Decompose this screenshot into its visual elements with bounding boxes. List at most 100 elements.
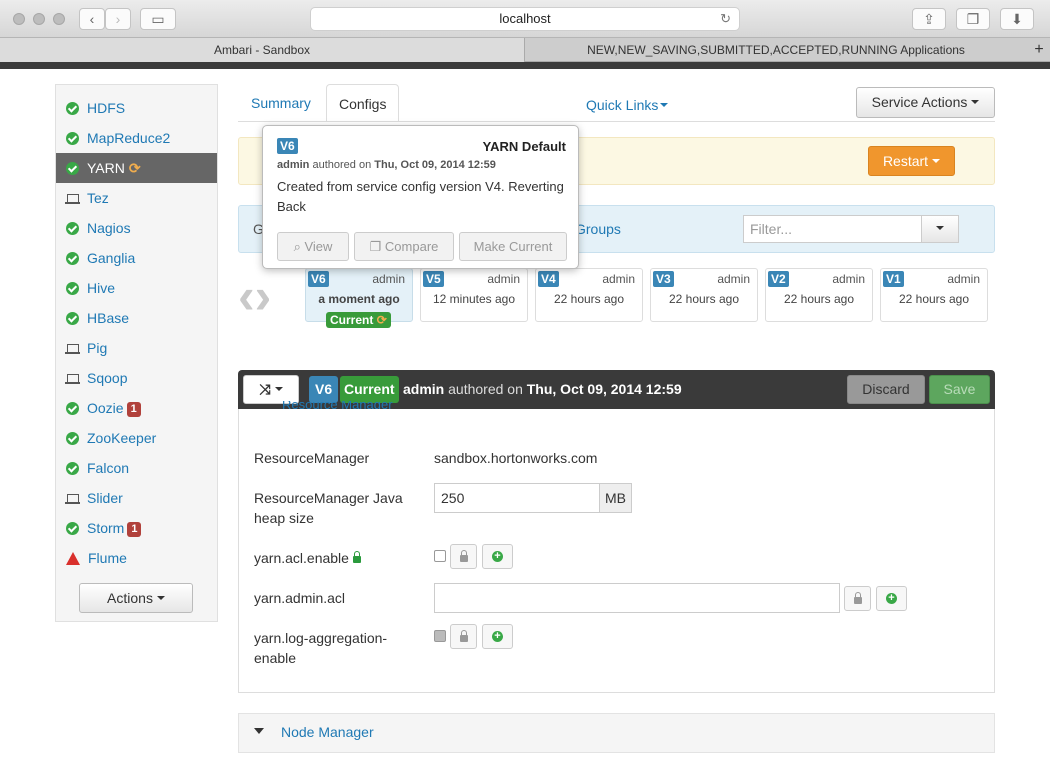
version-author: admin: [602, 272, 635, 286]
version-author: admin: [832, 272, 865, 286]
popover-title: YARN Default: [482, 139, 566, 154]
sidebar-item-falcon[interactable]: Falcon: [56, 453, 217, 483]
sidebar-item-hbase[interactable]: HBase: [56, 303, 217, 333]
compare-button[interactable]: ❐ Compare: [354, 232, 454, 261]
tab-ambari[interactable]: Ambari - Sandbox: [0, 38, 525, 62]
acl-enable-checkbox[interactable]: [434, 550, 446, 562]
caret-down-icon: [156, 596, 165, 600]
sidebar-item-nagios[interactable]: Nagios: [56, 213, 217, 243]
shuffle-icon: ⤨: [259, 381, 271, 397]
laptop-icon: [65, 342, 80, 355]
sidebar-item-tez[interactable]: Tez: [56, 183, 217, 213]
ok-check-icon: [66, 252, 79, 265]
back-button[interactable]: ‹: [79, 8, 105, 30]
actions-button[interactable]: Actions: [79, 583, 193, 613]
add-override-button[interactable]: +: [876, 586, 907, 611]
sidebar-item-sqoop[interactable]: Sqoop: [56, 363, 217, 393]
ok-check-icon: [66, 132, 79, 145]
sidebar-item-ganglia[interactable]: Ganglia: [56, 243, 217, 273]
sidebar-item-mapreduce2[interactable]: MapReduce2: [56, 123, 217, 153]
version-time: 22 hours ago: [668, 292, 740, 306]
sidebar-item-pig[interactable]: Pig: [56, 333, 217, 363]
version-box-v3[interactable]: V3 admin 22 hours ago: [650, 268, 758, 322]
heap-size-input[interactable]: 250: [434, 483, 600, 513]
sidebar-item-oozie[interactable]: Oozie 1: [56, 393, 217, 423]
version-box-v1[interactable]: V1 admin 22 hours ago: [880, 268, 988, 322]
sidebar-item-hive[interactable]: Hive: [56, 273, 217, 303]
plus-circle-icon: +: [492, 631, 503, 642]
save-button[interactable]: Save: [929, 375, 990, 404]
override-lock-button[interactable]: [450, 544, 477, 569]
sidebar-item-flume[interactable]: Flume: [56, 543, 217, 573]
version-box-v2[interactable]: V2 admin 22 hours ago: [765, 268, 873, 322]
ok-check-icon: [66, 432, 79, 445]
address-bar[interactable]: localhost ↻: [310, 7, 740, 31]
new-tab-button[interactable]: +: [1028, 38, 1050, 62]
log-aggregation-checkbox[interactable]: [434, 630, 446, 642]
switch-version-button[interactable]: ⤨: [243, 375, 299, 404]
lock-icon: [352, 551, 361, 563]
zoom-window-button[interactable]: [53, 13, 65, 25]
service-actions-button[interactable]: Service Actions: [856, 87, 995, 118]
sidebar-item-yarn[interactable]: YARN ⟳: [56, 153, 217, 183]
close-window-button[interactable]: [13, 13, 25, 25]
sidebar-toggle-button[interactable]: ▭: [140, 8, 176, 30]
current-badge: Current ⟳: [326, 312, 391, 328]
search-icon: ⌕: [293, 239, 301, 254]
minimize-window-button[interactable]: [33, 13, 45, 25]
restart-button[interactable]: Restart: [868, 146, 955, 176]
filter-dropdown-button[interactable]: [921, 215, 959, 243]
caret-down-icon[interactable]: [254, 728, 264, 734]
admin-acl-input[interactable]: [434, 583, 840, 613]
browser-toolbar: ‹ › ▭ localhost ↻ ⇪ ❐ ⬇: [0, 0, 1050, 38]
caret-down-icon: [274, 387, 283, 391]
tabs-icon: ❐: [966, 11, 980, 27]
ok-check-icon: [66, 522, 79, 535]
node-manager-title[interactable]: Node Manager: [281, 722, 374, 742]
share-button[interactable]: ⇪: [912, 8, 946, 30]
ok-check-icon: [66, 462, 79, 475]
version-box-v4[interactable]: V4 admin 22 hours ago: [535, 268, 643, 322]
section-title-peek: Resource Manager: [282, 401, 393, 409]
lock-icon: [460, 550, 468, 562]
reload-icon[interactable]: ↻: [720, 8, 731, 30]
make-current-button[interactable]: Make Current: [459, 232, 567, 261]
popover-description: Created from service config version V4. …: [277, 179, 564, 214]
manage-groups-link[interactable]: Groups: [575, 221, 621, 237]
services-sidebar: HDFS MapReduce2 YARN ⟳ Tez Nagios Ganglia…: [55, 84, 218, 622]
chevron-right-icon[interactable]: ›: [255, 268, 272, 324]
share-icon: ⇪: [923, 11, 935, 27]
heap-unit-addon: MB: [599, 483, 632, 513]
add-override-button[interactable]: +: [482, 544, 513, 569]
view-button[interactable]: ⌕ View: [277, 232, 349, 261]
lock-icon: [460, 630, 468, 642]
tabs-overview-button[interactable]: ❐: [956, 8, 990, 30]
version-label: V3: [653, 271, 674, 287]
ok-check-icon: [66, 282, 79, 295]
add-override-button[interactable]: +: [482, 624, 513, 649]
filter-input[interactable]: Filter...: [743, 215, 923, 243]
plus-circle-icon: +: [492, 551, 503, 562]
discard-button[interactable]: Discard: [847, 375, 925, 404]
tab-applications[interactable]: NEW,NEW_SAVING,SUBMITTED,ACCEPTED,RUNNIN…: [526, 38, 1026, 62]
quick-links-dropdown[interactable]: Quick Links: [586, 86, 669, 124]
version-nav-arrows[interactable]: ‹›: [238, 271, 271, 321]
caret-down-icon: [660, 103, 669, 107]
override-lock-button[interactable]: [844, 586, 871, 611]
override-lock-button[interactable]: [450, 624, 477, 649]
sidebar-item-storm[interactable]: Storm 1: [56, 513, 217, 543]
sidebar-item-slider[interactable]: Slider: [56, 483, 217, 513]
chevron-right-icon: ›: [115, 11, 121, 27]
caret-down-icon: [936, 226, 944, 230]
version-box-v5[interactable]: V5 admin 12 minutes ago: [420, 268, 528, 322]
sidebar-item-zookeeper[interactable]: ZooKeeper: [56, 423, 217, 453]
tab-bar: Ambari - Sandbox NEW,NEW_SAVING,SUBMITTE…: [0, 38, 1050, 62]
version-time: 22 hours ago: [783, 292, 855, 306]
chevron-left-icon[interactable]: ‹: [238, 268, 255, 324]
downloads-button[interactable]: ⬇: [1000, 8, 1034, 30]
sidebar-item-hdfs[interactable]: HDFS: [56, 93, 217, 123]
forward-button[interactable]: ›: [105, 8, 131, 30]
tab-summary[interactable]: Summary: [251, 84, 311, 122]
popover-author-line: admin authored on Thu, Oct 09, 2014 12:5…: [277, 159, 496, 171]
tab-configs[interactable]: Configs: [326, 84, 400, 122]
